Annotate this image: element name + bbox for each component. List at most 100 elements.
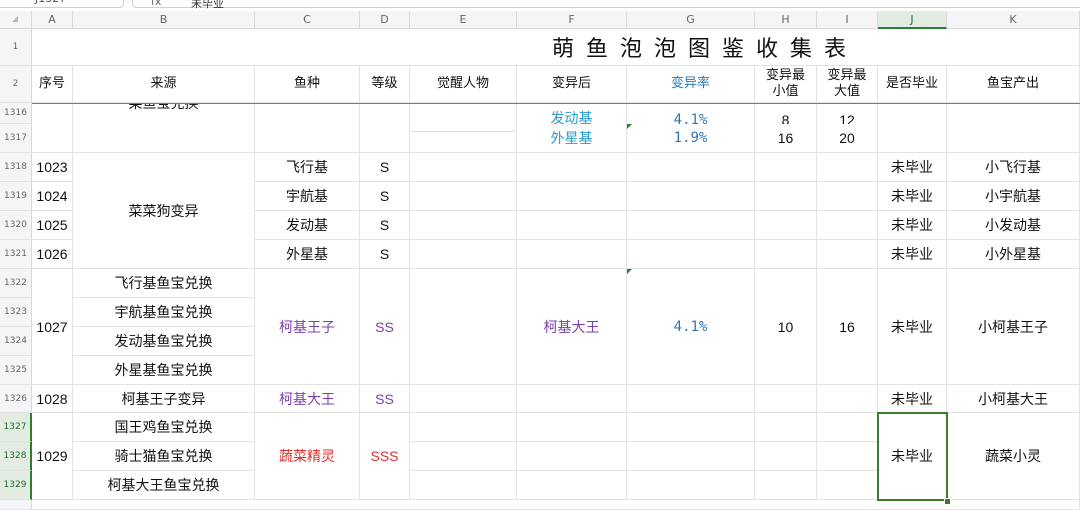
header-awaken[interactable]: 觉醒人物 [410, 66, 517, 103]
row-next-partial[interactable] [32, 500, 1080, 510]
row-header-2[interactable]: 2 [0, 66, 32, 103]
row-header-1323[interactable]: 1323 [0, 298, 32, 327]
row-header-1[interactable]: 1 [0, 29, 32, 66]
cell-a1319[interactable]: 1024 [32, 182, 73, 211]
cell-g1321[interactable] [627, 240, 755, 269]
cell-f1319[interactable] [517, 182, 627, 211]
cell-e1327[interactable] [410, 413, 517, 442]
cell-i1327[interactable] [817, 413, 878, 442]
cell-c1319[interactable]: 宇航基 [255, 182, 360, 211]
col-header-e[interactable]: E [410, 11, 517, 29]
cell-k1316[interactable] [947, 103, 1080, 153]
cell-b1327[interactable]: 国王鸡鱼宝兑换 [73, 413, 255, 442]
cell-d1327-merged[interactable]: SSS [360, 413, 410, 500]
cell-k1318[interactable]: 小飞行基 [947, 153, 1080, 182]
cell-j1322-merged[interactable]: 未毕业 [878, 269, 947, 385]
header-output[interactable]: 鱼宝产出 [947, 66, 1080, 103]
cell-h1322-merged[interactable]: 10 [755, 269, 817, 385]
cell-i1320[interactable] [817, 211, 878, 240]
cell-a1316[interactable] [32, 103, 73, 153]
cell-c1320[interactable]: 发动基 [255, 211, 360, 240]
header-fish[interactable]: 鱼种 [255, 66, 360, 103]
cell-h1319[interactable] [755, 182, 817, 211]
cell-f1328[interactable] [517, 442, 627, 471]
cell-b1318-merged[interactable]: 菜菜狗变异 [73, 153, 255, 269]
col-header-g[interactable]: G [627, 11, 755, 29]
cell-h1318[interactable] [755, 153, 817, 182]
cell-g1322-merged[interactable]: 4.1% [627, 269, 755, 385]
cell-b1323[interactable]: 宇航基鱼宝兑换 [73, 298, 255, 327]
header-source[interactable]: 来源 [73, 66, 255, 103]
cell-e1322-merged[interactable] [410, 269, 517, 385]
cell-k1326[interactable]: 小柯基大王 [947, 385, 1080, 413]
cell-c1322-merged[interactable]: 柯基王子 [255, 269, 360, 385]
cell-d1321[interactable]: S [360, 240, 410, 269]
cell-f1320[interactable] [517, 211, 627, 240]
cell-h1329[interactable] [755, 471, 817, 500]
cell-i1317[interactable]: 20 [817, 124, 878, 153]
row-header-1324[interactable]: 1324 [0, 327, 32, 356]
select-all-corner[interactable] [0, 11, 32, 29]
cell-f1321[interactable] [517, 240, 627, 269]
cell-d1319[interactable]: S [360, 182, 410, 211]
header-seq[interactable]: 序号 [32, 66, 73, 103]
cell-g1317[interactable]: 1.9% [627, 124, 755, 153]
col-header-h[interactable]: H [755, 11, 817, 29]
row-header-1322[interactable]: 1322 [0, 269, 32, 298]
cell-j1321[interactable]: 未毕业 [878, 240, 947, 269]
cell-h1326[interactable] [755, 385, 817, 413]
sheet-title[interactable]: 萌鱼泡泡图鉴收集表 [32, 29, 1080, 66]
col-header-k[interactable]: K [947, 11, 1080, 29]
cell-e1318[interactable] [410, 153, 517, 182]
cell-c1316[interactable] [255, 103, 360, 153]
row-header-1319[interactable]: 1319 [0, 182, 32, 211]
cell-e1328[interactable] [410, 442, 517, 471]
row-header-1329[interactable]: 1329 [0, 471, 32, 500]
cell-a1326[interactable]: 1028 [32, 385, 73, 413]
cell-g1320[interactable] [627, 211, 755, 240]
cell-k1321[interactable]: 小外星基 [947, 240, 1080, 269]
formula-input[interactable]: fx 未毕业 [132, 0, 1080, 10]
cell-f1326[interactable] [517, 385, 627, 413]
header-graduated[interactable]: 是否毕业 [878, 66, 947, 103]
row-header-1316[interactable]: 1316 [0, 103, 32, 124]
cell-c1327-merged[interactable]: 蔬菜精灵 [255, 413, 360, 500]
fill-handle[interactable] [944, 498, 951, 505]
cell-i1329[interactable] [817, 471, 878, 500]
cell-k1327-merged[interactable]: 蔬菜小灵 [947, 413, 1080, 500]
cell-e1326[interactable] [410, 385, 517, 413]
cell-f1318[interactable] [517, 153, 627, 182]
cell-j1318[interactable]: 未毕业 [878, 153, 947, 182]
cell-e1321[interactable] [410, 240, 517, 269]
cell-g1319[interactable] [627, 182, 755, 211]
cell-j1320[interactable]: 未毕业 [878, 211, 947, 240]
col-header-i[interactable]: I [817, 11, 878, 29]
cell-j1316[interactable] [878, 103, 947, 153]
header-mutated[interactable]: 变异后 [517, 66, 627, 103]
cell-j1319[interactable]: 未毕业 [878, 182, 947, 211]
cell-d1318[interactable]: S [360, 153, 410, 182]
row-header-1328[interactable]: 1328 [0, 442, 32, 471]
cell-g1318[interactable] [627, 153, 755, 182]
cell-e1317[interactable] [410, 132, 517, 153]
cell-g1328[interactable] [627, 442, 755, 471]
cell-h1327[interactable] [755, 413, 817, 442]
cell-e1320[interactable] [410, 211, 517, 240]
row-header-1327[interactable]: 1327 [0, 413, 32, 442]
col-header-f[interactable]: F [517, 11, 627, 29]
row-header-1326[interactable]: 1326 [0, 385, 32, 413]
col-header-c[interactable]: C [255, 11, 360, 29]
cell-e1316[interactable] [410, 103, 517, 132]
cell-a1318[interactable]: 1023 [32, 153, 73, 182]
cell-a1322-merged[interactable]: 1027 [32, 269, 73, 385]
row-header-1318[interactable]: 1318 [0, 153, 32, 182]
header-mutation-rate[interactable]: 变异率 [627, 66, 755, 103]
col-header-j[interactable]: J [878, 11, 947, 29]
cell-a1327-merged[interactable]: 1029 [32, 413, 73, 500]
cell-i1319[interactable] [817, 182, 878, 211]
selection-box[interactable] [877, 412, 948, 501]
cell-f1327[interactable] [517, 413, 627, 442]
cell-k1319[interactable]: 小宇航基 [947, 182, 1080, 211]
cell-i1326[interactable] [817, 385, 878, 413]
cell-b1324[interactable]: 发动基鱼宝兑换 [73, 327, 255, 356]
